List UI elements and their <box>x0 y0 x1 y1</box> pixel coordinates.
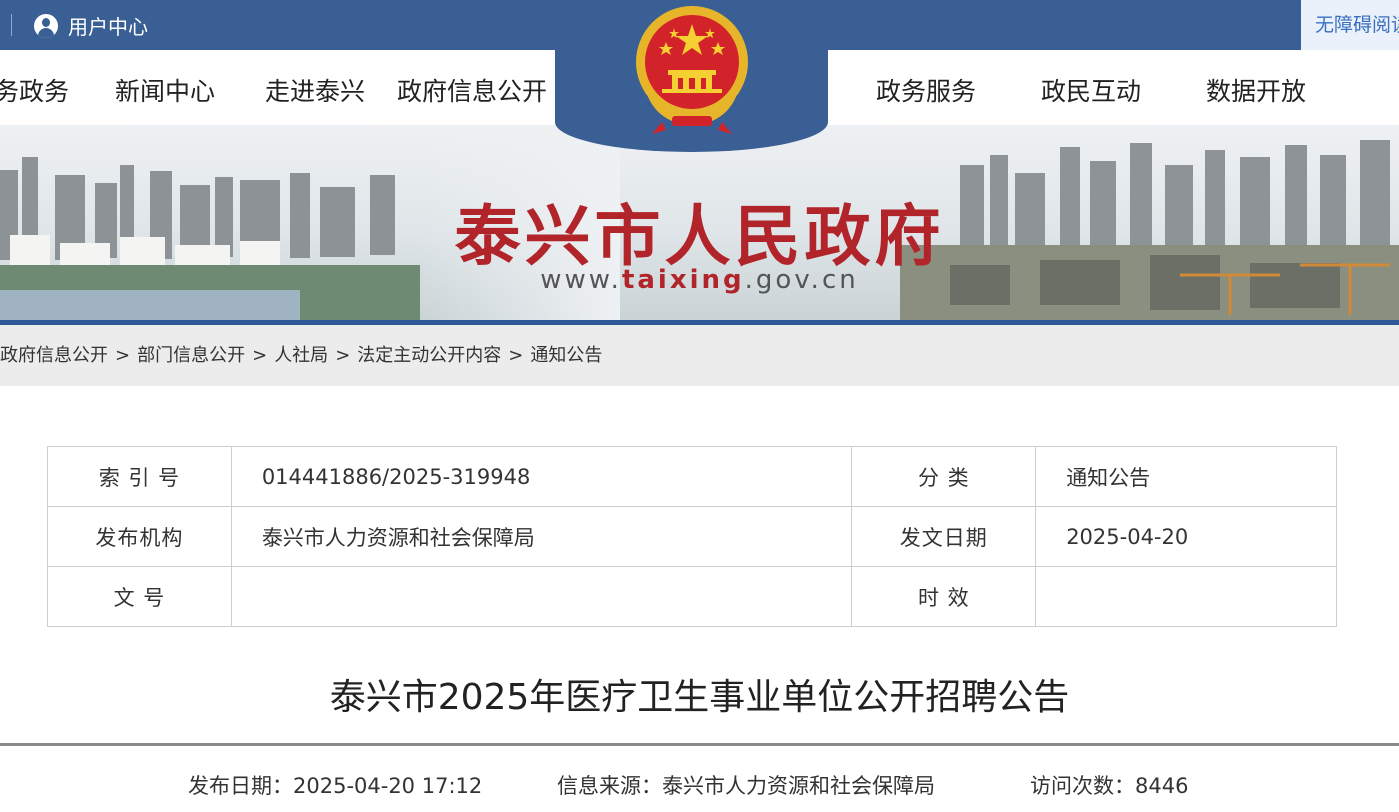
view-count: 访问次数：8446 <box>1030 774 1189 798</box>
breadcrumb: 政府信息公开 > 部门信息公开 > 人社局 > 法定主动公开内容 > 通知公告 <box>0 325 1399 386</box>
doc-date-value: 2025-04-20 <box>1035 506 1337 567</box>
document-meta-table: 索 引 号 014441886/2025-319948 分 类 通知公告 发布机… <box>47 446 1337 627</box>
emblem-container <box>555 0 828 152</box>
breadcrumb-separator: > <box>335 345 351 366</box>
table-row: 文 号 时 效 <box>47 566 1337 627</box>
top-bar-divider <box>11 14 12 36</box>
publisher-label: 发布机构 <box>47 506 232 567</box>
doc-number-label: 文 号 <box>47 566 232 627</box>
category-value: 通知公告 <box>1035 446 1337 507</box>
breadcrumb-separator: > <box>252 345 268 366</box>
user-center-link[interactable]: 用户中心 <box>34 11 148 40</box>
site-url: www.taixing.gov.cn <box>540 265 859 295</box>
breadcrumb-item-hr-bureau[interactable]: 人社局 <box>274 345 328 366</box>
category-label: 分 类 <box>851 446 1037 507</box>
index-number-label: 索 引 号 <box>47 446 232 507</box>
nav-item-info-disclosure[interactable]: 政府信息公开 <box>397 72 547 108</box>
breadcrumb-separator: > <box>115 345 131 366</box>
nav-item-open-data[interactable]: 数据开放 <box>1206 72 1306 108</box>
nav-item-interaction[interactable]: 政民互动 <box>1041 72 1141 108</box>
breadcrumb-item-statutory-content[interactable]: 法定主动公开内容 <box>357 345 501 366</box>
accessibility-button[interactable]: 无障碍阅读 <box>1301 0 1399 50</box>
publish-date: 发布日期：2025-04-20 17:12 <box>188 774 483 798</box>
site-banner: 泰兴市人民政府 www.taixing.gov.cn <box>0 125 1399 320</box>
table-row: 索 引 号 014441886/2025-319948 分 类 通知公告 <box>47 446 1337 507</box>
table-row: 发布机构 泰兴市人力资源和社会保障局 发文日期 2025-04-20 <box>47 506 1337 567</box>
publisher-value: 泰兴市人力资源和社会保障局 <box>230 506 853 567</box>
breadcrumb-separator: > <box>508 345 524 366</box>
doc-date-label: 发文日期 <box>851 506 1037 567</box>
nav-item-services[interactable]: 政务服务 <box>876 72 976 108</box>
breadcrumb-item-notices[interactable]: 通知公告 <box>530 345 602 366</box>
breadcrumb-item-info-disclosure[interactable]: 政府信息公开 <box>0 345 108 366</box>
validity-value <box>1035 566 1337 627</box>
user-icon <box>34 13 58 38</box>
index-number-value: 014441886/2025-319948 <box>230 446 853 507</box>
validity-label: 时 效 <box>851 566 1037 627</box>
national-emblem-icon <box>635 6 748 134</box>
nav-item-about[interactable]: 走进泰兴 <box>265 72 365 108</box>
user-center-label: 用户中心 <box>68 15 148 39</box>
breadcrumb-item-dept-info[interactable]: 部门信息公开 <box>137 345 245 366</box>
nav-item-news[interactable]: 新闻中心 <box>115 72 215 108</box>
nav-item-gov-affairs[interactable]: 务政务 <box>0 72 69 108</box>
title-divider <box>0 743 1399 746</box>
info-source: 信息来源：泰兴市人力资源和社会保障局 <box>557 774 935 798</box>
doc-number-value <box>230 566 853 627</box>
article-title: 泰兴市2025年医疗卫生事业单位公开招聘公告 <box>329 677 1070 718</box>
